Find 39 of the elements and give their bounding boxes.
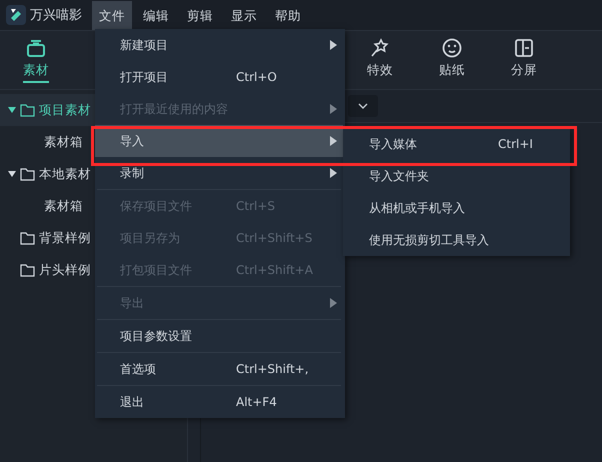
menu-item[interactable]: 显示 bbox=[224, 0, 264, 30]
menu-item[interactable]: 首选项 Ctrl+Shift+, bbox=[95, 353, 343, 385]
menu-item[interactable]: 使用无损剪切工具导入 bbox=[343, 224, 570, 256]
menu-item[interactable]: 项目参数设置 bbox=[95, 320, 343, 352]
menu-item[interactable]: 文件 bbox=[92, 0, 132, 30]
folder-icon bbox=[20, 264, 35, 276]
submenu-arrow-icon bbox=[330, 40, 337, 50]
menu-item[interactable]: 剪辑 bbox=[180, 0, 220, 30]
expand-icon bbox=[8, 171, 16, 177]
menu-item[interactable]: 导入 bbox=[95, 125, 343, 157]
app-logo bbox=[6, 5, 26, 25]
app-title: 万兴喵影 bbox=[30, 7, 82, 24]
toolbar-tab[interactable]: 分屏 bbox=[488, 31, 560, 89]
menu-item[interactable]: 退出 Alt+F4 bbox=[95, 386, 343, 418]
menu-item[interactable]: 导入文件夹 bbox=[343, 160, 570, 192]
expand-icon bbox=[8, 107, 16, 113]
split-screen-icon bbox=[514, 38, 534, 58]
menu-item[interactable]: 从相机或手机导入 bbox=[343, 192, 570, 224]
toolbar-tab[interactable]: 素材 bbox=[0, 31, 72, 89]
toolbar-tab[interactable]: 特效 bbox=[344, 31, 416, 89]
media-icon bbox=[25, 38, 47, 58]
submenu-arrow-icon bbox=[330, 104, 337, 114]
wand-star-icon bbox=[370, 38, 390, 58]
menu-item[interactable]: 帮助 bbox=[268, 0, 308, 30]
menu-item[interactable]: 打开项目 Ctrl+O bbox=[95, 61, 343, 93]
submenu-arrow-icon bbox=[330, 298, 337, 308]
submenu-arrow-icon bbox=[330, 168, 337, 178]
folder-icon bbox=[20, 168, 35, 180]
chevron-icon bbox=[358, 103, 368, 109]
menu-item[interactable]: 导入媒体 Ctrl+I bbox=[343, 128, 570, 160]
menu-item[interactable]: 新建项目 bbox=[95, 29, 343, 61]
folder-icon bbox=[20, 232, 35, 244]
toolbar-tab[interactable]: 贴纸 bbox=[416, 31, 488, 89]
dropdown-button[interactable] bbox=[348, 95, 378, 117]
submenu-arrow-icon bbox=[330, 136, 337, 146]
menu-item[interactable]: 编辑 bbox=[136, 0, 176, 30]
menu-item[interactable]: 录制 bbox=[95, 157, 343, 189]
folder-icon bbox=[20, 104, 35, 116]
smiley-icon bbox=[442, 38, 462, 58]
